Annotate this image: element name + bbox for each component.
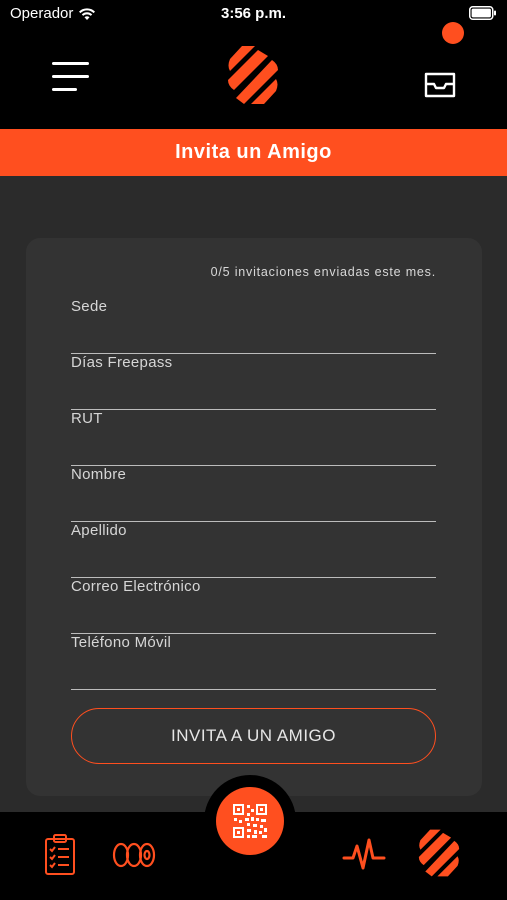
page-title: Invita un Amigo xyxy=(175,141,332,163)
invite-form-card: 0/5 invitaciones enviadas este mes. Sede… xyxy=(26,238,482,796)
clipboard-checklist-icon[interactable] xyxy=(44,834,76,881)
rut-field[interactable]: RUT xyxy=(71,410,436,466)
rut-field-label: RUT xyxy=(71,410,103,427)
first-name-field-label: Nombre xyxy=(71,466,127,483)
freepass-days-field-label: Días Freepass xyxy=(71,354,173,371)
mobile-phone-field[interactable]: Teléfono Móvil xyxy=(71,634,436,690)
brand-logo-icon[interactable] xyxy=(222,44,284,106)
last-name-field-label: Apellido xyxy=(71,522,127,539)
status-time: 3:56 p.m. xyxy=(220,5,287,22)
notification-badge xyxy=(442,22,464,44)
app-header xyxy=(0,30,507,129)
email-field-label: Correo Electrónico xyxy=(71,578,201,595)
email-field[interactable]: Correo Electrónico xyxy=(71,578,436,634)
branch-field[interactable]: Sede xyxy=(71,298,436,354)
last-name-field[interactable]: Apellido xyxy=(71,522,436,578)
invite-count-text: 0/5 invitaciones enviadas este mes. xyxy=(210,265,436,279)
inbox-tray-icon[interactable] xyxy=(418,58,462,102)
weight-plates-icon[interactable] xyxy=(112,840,156,875)
qr-code-icon xyxy=(233,804,267,838)
status-bar: Operador 3:56 p.m. xyxy=(0,0,507,30)
freepass-days-field[interactable]: Días Freepass xyxy=(71,354,436,410)
battery-icon xyxy=(469,6,497,24)
brand-logo-icon[interactable] xyxy=(414,828,464,878)
invite-friend-screen: Operador 3:56 p.m. Invita un Amigo 0/5 i… xyxy=(0,0,507,900)
branch-field-label: Sede xyxy=(71,298,108,315)
page-title-bar: Invita un Amigo xyxy=(0,129,507,176)
activity-pulse-icon[interactable] xyxy=(342,836,386,879)
first-name-field[interactable]: Nombre xyxy=(71,466,436,522)
hamburger-menu-icon[interactable] xyxy=(52,60,92,94)
invite-friend-button[interactable]: INVITA A UN AMIGO xyxy=(71,708,436,764)
qr-code-button[interactable] xyxy=(216,787,284,855)
mobile-phone-field-label: Teléfono Móvil xyxy=(71,634,172,651)
